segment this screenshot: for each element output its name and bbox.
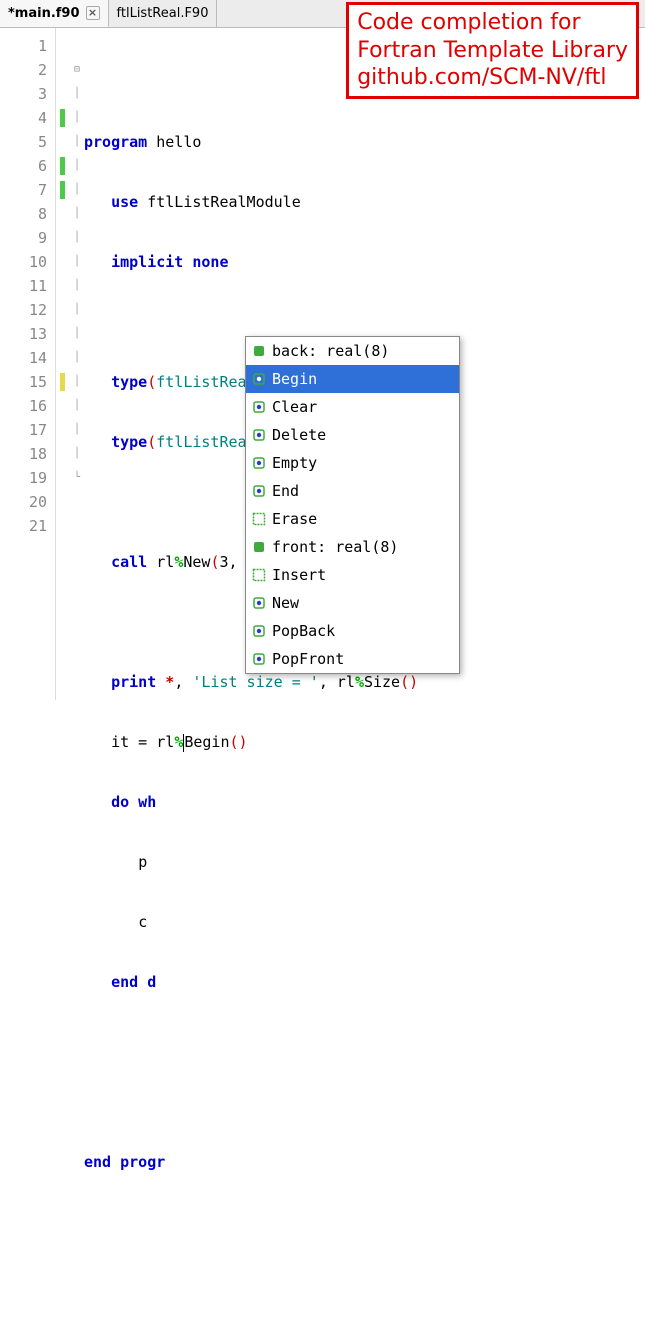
line-number: 16 xyxy=(0,394,55,418)
line-number: 15 xyxy=(0,370,55,394)
line-number: 4 xyxy=(0,106,55,130)
completion-label: New xyxy=(272,594,299,612)
completion-item[interactable]: Clear xyxy=(246,393,459,421)
kw-implicit: implicit none xyxy=(111,253,228,271)
completion-label: back: real(8) xyxy=(272,342,389,360)
completion-label: Empty xyxy=(272,454,317,472)
method-icon xyxy=(252,596,266,610)
method-icon xyxy=(252,624,266,638)
completion-item[interactable]: Delete xyxy=(246,421,459,449)
completion-item[interactable]: front: real(8) xyxy=(246,533,459,561)
struct-icon xyxy=(252,512,266,526)
line-number: 17 xyxy=(0,418,55,442)
field-icon xyxy=(252,344,266,358)
line-number: 7 xyxy=(0,178,55,202)
completion-item[interactable]: back: real(8) xyxy=(246,337,459,365)
completion-label: Erase xyxy=(272,510,317,528)
line-number: 6 xyxy=(0,154,55,178)
line-number: 19 xyxy=(0,466,55,490)
line-number: 10 xyxy=(0,250,55,274)
completion-label: Insert xyxy=(272,566,326,584)
line-number: 14 xyxy=(0,346,55,370)
callout-line: github.com/SCM-NV/ftl xyxy=(357,64,628,92)
method-icon xyxy=(252,456,266,470)
line-number: 13 xyxy=(0,322,55,346)
completion-label: front: real(8) xyxy=(272,538,398,556)
completion-item[interactable]: PopFront xyxy=(246,645,459,673)
line-number: 9 xyxy=(0,226,55,250)
completion-label: PopBack xyxy=(272,622,335,640)
completion-popup[interactable]: back: real(8) Begin Clear Delete Empty End Era… xyxy=(245,336,460,674)
completion-label: Delete xyxy=(272,426,326,444)
change-marker-icon xyxy=(60,373,65,391)
completion-item[interactable]: Erase xyxy=(246,505,459,533)
close-icon[interactable]: × xyxy=(86,6,100,20)
line-number: 1 xyxy=(0,34,55,58)
change-marker-icon xyxy=(60,109,65,127)
line-number: 18 xyxy=(0,442,55,466)
line-number: 3 xyxy=(0,82,55,106)
completion-item[interactable]: Empty xyxy=(246,449,459,477)
annotation-callout: Code completion for Fortran Template Lib… xyxy=(346,2,639,99)
change-marker-icon xyxy=(60,157,65,175)
method-icon xyxy=(252,372,266,386)
line-number: 2 xyxy=(0,58,55,82)
callout-line: Code completion for xyxy=(357,9,628,37)
line-number: 5 xyxy=(0,130,55,154)
fold-toggle-icon[interactable]: ⊟ xyxy=(70,58,84,82)
completion-label: End xyxy=(272,482,299,500)
completion-item[interactable]: PopBack xyxy=(246,617,459,645)
tab-label: ftlListReal.F90 xyxy=(117,6,209,21)
line-number: 11 xyxy=(0,274,55,298)
kw-program: program xyxy=(84,133,147,151)
completion-item[interactable]: Begin xyxy=(246,365,459,393)
completion-label: Clear xyxy=(272,398,317,416)
method-icon xyxy=(252,652,266,666)
completion-item[interactable]: New xyxy=(246,589,459,617)
line-number: 12 xyxy=(0,298,55,322)
line-number-gutter: 1 2 3 4 5 6 7 8 9 10 11 12 13 14 15 16 1… xyxy=(0,28,56,700)
completion-label: PopFront xyxy=(272,650,344,668)
field-icon xyxy=(252,540,266,554)
line-number: 21 xyxy=(0,514,55,538)
method-icon xyxy=(252,428,266,442)
tab-label: *main.f90 xyxy=(8,6,80,21)
line-number: 20 xyxy=(0,490,55,514)
change-marker-icon xyxy=(60,181,65,199)
completion-item[interactable]: End xyxy=(246,477,459,505)
fold-gutter: ⊟ │ │ │ │ │ │ │ │ │ │ │ │ │ │ │ │ └ xyxy=(70,28,84,700)
callout-line: Fortran Template Library xyxy=(357,37,628,65)
kw-use: use xyxy=(111,193,138,211)
struct-icon xyxy=(252,568,266,582)
completion-item[interactable]: Insert xyxy=(246,561,459,589)
method-icon xyxy=(252,400,266,414)
tab-ftllistreal[interactable]: ftlListReal.F90 xyxy=(109,0,218,27)
method-icon xyxy=(252,484,266,498)
line-number: 8 xyxy=(0,202,55,226)
completion-label: Begin xyxy=(272,370,317,388)
change-markers xyxy=(56,28,70,700)
tab-main[interactable]: *main.f90 × xyxy=(0,0,109,27)
